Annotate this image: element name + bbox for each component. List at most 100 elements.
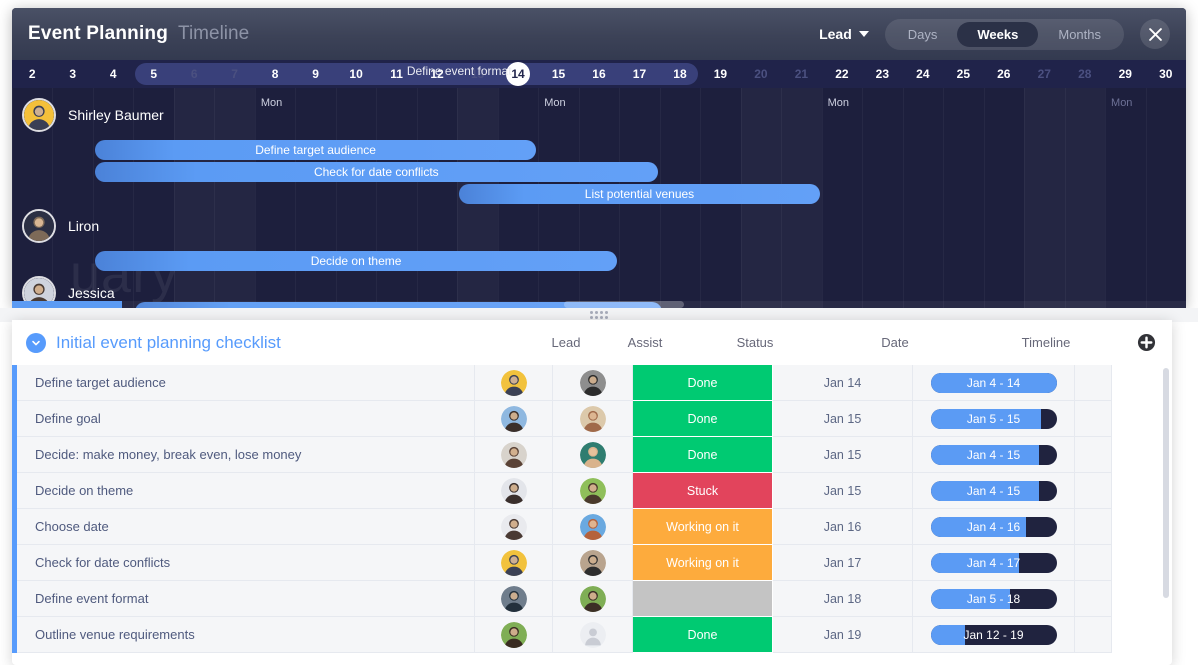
cell-task-name[interactable]: Define target audience (17, 365, 475, 401)
cell-timeline[interactable]: Jan 4 - 15 (913, 473, 1075, 509)
timeline-pill[interactable]: Jan 4 - 15 (930, 444, 1057, 465)
close-button[interactable] (1140, 19, 1170, 49)
table-row[interactable]: Define target audience Done Jan 14 Jan 4 - … (12, 365, 1172, 401)
gantt-bar[interactable]: Decide on theme (94, 251, 618, 271)
grid-line (376, 88, 378, 308)
cell-timeline[interactable]: Jan 5 - 15 (913, 401, 1075, 437)
cell-task-name[interactable]: Choose date (17, 509, 475, 545)
cell-status[interactable]: Working on it (633, 509, 773, 545)
cell-timeline[interactable]: Jan 4 - 17 (913, 545, 1075, 581)
group-title[interactable]: Initial event planning checklist (56, 333, 281, 353)
cell-status[interactable]: Done (633, 365, 773, 401)
cell-assist[interactable] (553, 617, 633, 653)
cell-date[interactable]: Jan 14 (773, 365, 913, 401)
column-header-timeline[interactable]: Timeline (965, 335, 1127, 350)
table-row[interactable]: Check for date conflicts Working on it Jan… (12, 545, 1172, 581)
table-row[interactable]: Decide on theme Stuck Jan 15 Jan 4 - 15 (12, 473, 1172, 509)
cell-status[interactable]: Stuck (633, 473, 773, 509)
column-header-lead[interactable]: Lead (527, 335, 605, 350)
table-row[interactable]: Outline venue requirements Done Jan 19 Jan … (12, 617, 1172, 653)
ruler-day-15: 15 (551, 67, 566, 81)
timeline-pill[interactable]: Jan 12 - 19 (930, 624, 1057, 645)
cell-lead[interactable] (475, 437, 553, 473)
cell-assist[interactable] (553, 545, 633, 581)
cell-timeline[interactable]: Jan 4 - 15 (913, 437, 1075, 473)
grid-line (1145, 88, 1147, 308)
cell-date[interactable]: Jan 17 (773, 545, 913, 581)
gantt-bar[interactable]: Check for date conflicts (94, 162, 658, 182)
cell-task-name[interactable]: Check for date conflicts (17, 545, 475, 581)
ruler-day-20: 20 (754, 67, 768, 81)
cell-assist[interactable] (553, 581, 633, 617)
cell-lead[interactable] (475, 617, 553, 653)
column-header-date[interactable]: Date (825, 335, 965, 350)
cell-date[interactable]: Jan 19 (773, 617, 913, 653)
cell-assist[interactable] (553, 401, 633, 437)
table-row[interactable]: Decide: make money, break even, lose mon… (12, 437, 1172, 473)
cell-assist[interactable] (553, 509, 633, 545)
cell-task-name[interactable]: Define event format (17, 581, 475, 617)
vertical-scrollbar[interactable] (1163, 368, 1169, 598)
timeline-pill[interactable]: Jan 4 - 16 (930, 516, 1057, 537)
table-body: Define target audience Done Jan 14 Jan 4 - … (12, 365, 1172, 653)
cell-status[interactable] (633, 581, 773, 617)
cell-task-name[interactable]: Decide on theme (17, 473, 475, 509)
grid-line (902, 88, 904, 308)
cell-lead[interactable] (475, 545, 553, 581)
cell-lead[interactable] (475, 401, 553, 437)
cell-lead[interactable] (475, 509, 553, 545)
column-headers: Lead Assist Status Date Timeline (527, 332, 1172, 354)
lead-dropdown[interactable]: Lead (819, 26, 869, 42)
add-column-button[interactable] (1135, 332, 1157, 354)
column-header-assist[interactable]: Assist (605, 335, 685, 350)
cell-lead[interactable] (475, 581, 553, 617)
view-option-weeks[interactable]: Weeks (957, 21, 1039, 47)
gantt-person-row[interactable]: Liron (22, 209, 99, 243)
collapse-group-button[interactable] (26, 332, 46, 353)
cell-date[interactable]: Jan 15 (773, 473, 913, 509)
gantt-person-row[interactable]: Shirley Baumer (22, 98, 164, 132)
board-name: Event Planning (28, 23, 169, 44)
cell-date[interactable]: Jan 18 (773, 581, 913, 617)
timeline-pill[interactable]: Jan 4 - 15 (930, 480, 1057, 501)
cell-status[interactable]: Done (633, 401, 773, 437)
cell-status[interactable]: Working on it (633, 545, 773, 581)
table-row[interactable]: Choose date Working on it Jan 16 Jan 4 - 16 (12, 509, 1172, 545)
view-option-days[interactable]: Days (888, 22, 958, 47)
ruler-day-22: 22 (835, 67, 849, 81)
table-row[interactable]: Define event format Jan 18 Jan 5 - 18 (12, 581, 1172, 617)
cell-task-name[interactable]: Decide: make money, break even, lose mon… (17, 437, 475, 473)
cell-date[interactable]: Jan 15 (773, 437, 913, 473)
cell-timeline[interactable]: Jan 4 - 14 (913, 365, 1075, 401)
cell-timeline[interactable]: Jan 5 - 18 (913, 581, 1075, 617)
week-marker: Mon (260, 97, 283, 109)
timeline-pill[interactable]: Jan 4 - 14 (930, 372, 1057, 393)
ruler-day-6: 6 (190, 67, 198, 81)
timeline-pill[interactable]: Jan 5 - 18 (930, 588, 1057, 609)
cell-lead[interactable] (475, 473, 553, 509)
cell-assist[interactable] (553, 437, 633, 473)
column-header-status[interactable]: Status (685, 335, 825, 350)
cell-assist[interactable] (553, 365, 633, 401)
avatar (579, 513, 606, 540)
view-option-months[interactable]: Months (1038, 22, 1121, 47)
cell-task-name[interactable]: Define goal (17, 401, 475, 437)
cell-task-name[interactable]: Outline venue requirements (17, 617, 475, 653)
cell-status[interactable]: Done (633, 437, 773, 473)
gantt-bar[interactable]: List potential venues (459, 184, 820, 204)
cell-lead[interactable] (475, 365, 553, 401)
table-row[interactable]: Define goal Done Jan 15 Jan 5 - 15 (12, 401, 1172, 437)
cell-assist[interactable] (553, 473, 633, 509)
gantt-bar[interactable]: Define target audience (94, 140, 537, 160)
cell-timeline[interactable]: Jan 4 - 16 (913, 509, 1075, 545)
timeline-ruler[interactable]: 2 3 4 5 6 7 8 9 10 11 12 13 14 15 16 17 18 19 20 21 22 23 24 25… (12, 60, 1186, 88)
cell-timeline[interactable]: Jan 12 - 19 (913, 617, 1075, 653)
cell-status[interactable]: Done (633, 617, 773, 653)
cell-date[interactable]: Jan 15 (773, 401, 913, 437)
timeline-pill[interactable]: Jan 5 - 15 (930, 408, 1057, 429)
gantt-lanes[interactable]: uary Mon Mon Mon Mon Shirley Baumer Liron Jessi… (12, 88, 1186, 308)
horizontal-scrollbar-thumb[interactable] (563, 301, 684, 308)
avatar (500, 549, 527, 576)
cell-date[interactable]: Jan 16 (773, 509, 913, 545)
timeline-pill[interactable]: Jan 4 - 17 (930, 552, 1057, 573)
